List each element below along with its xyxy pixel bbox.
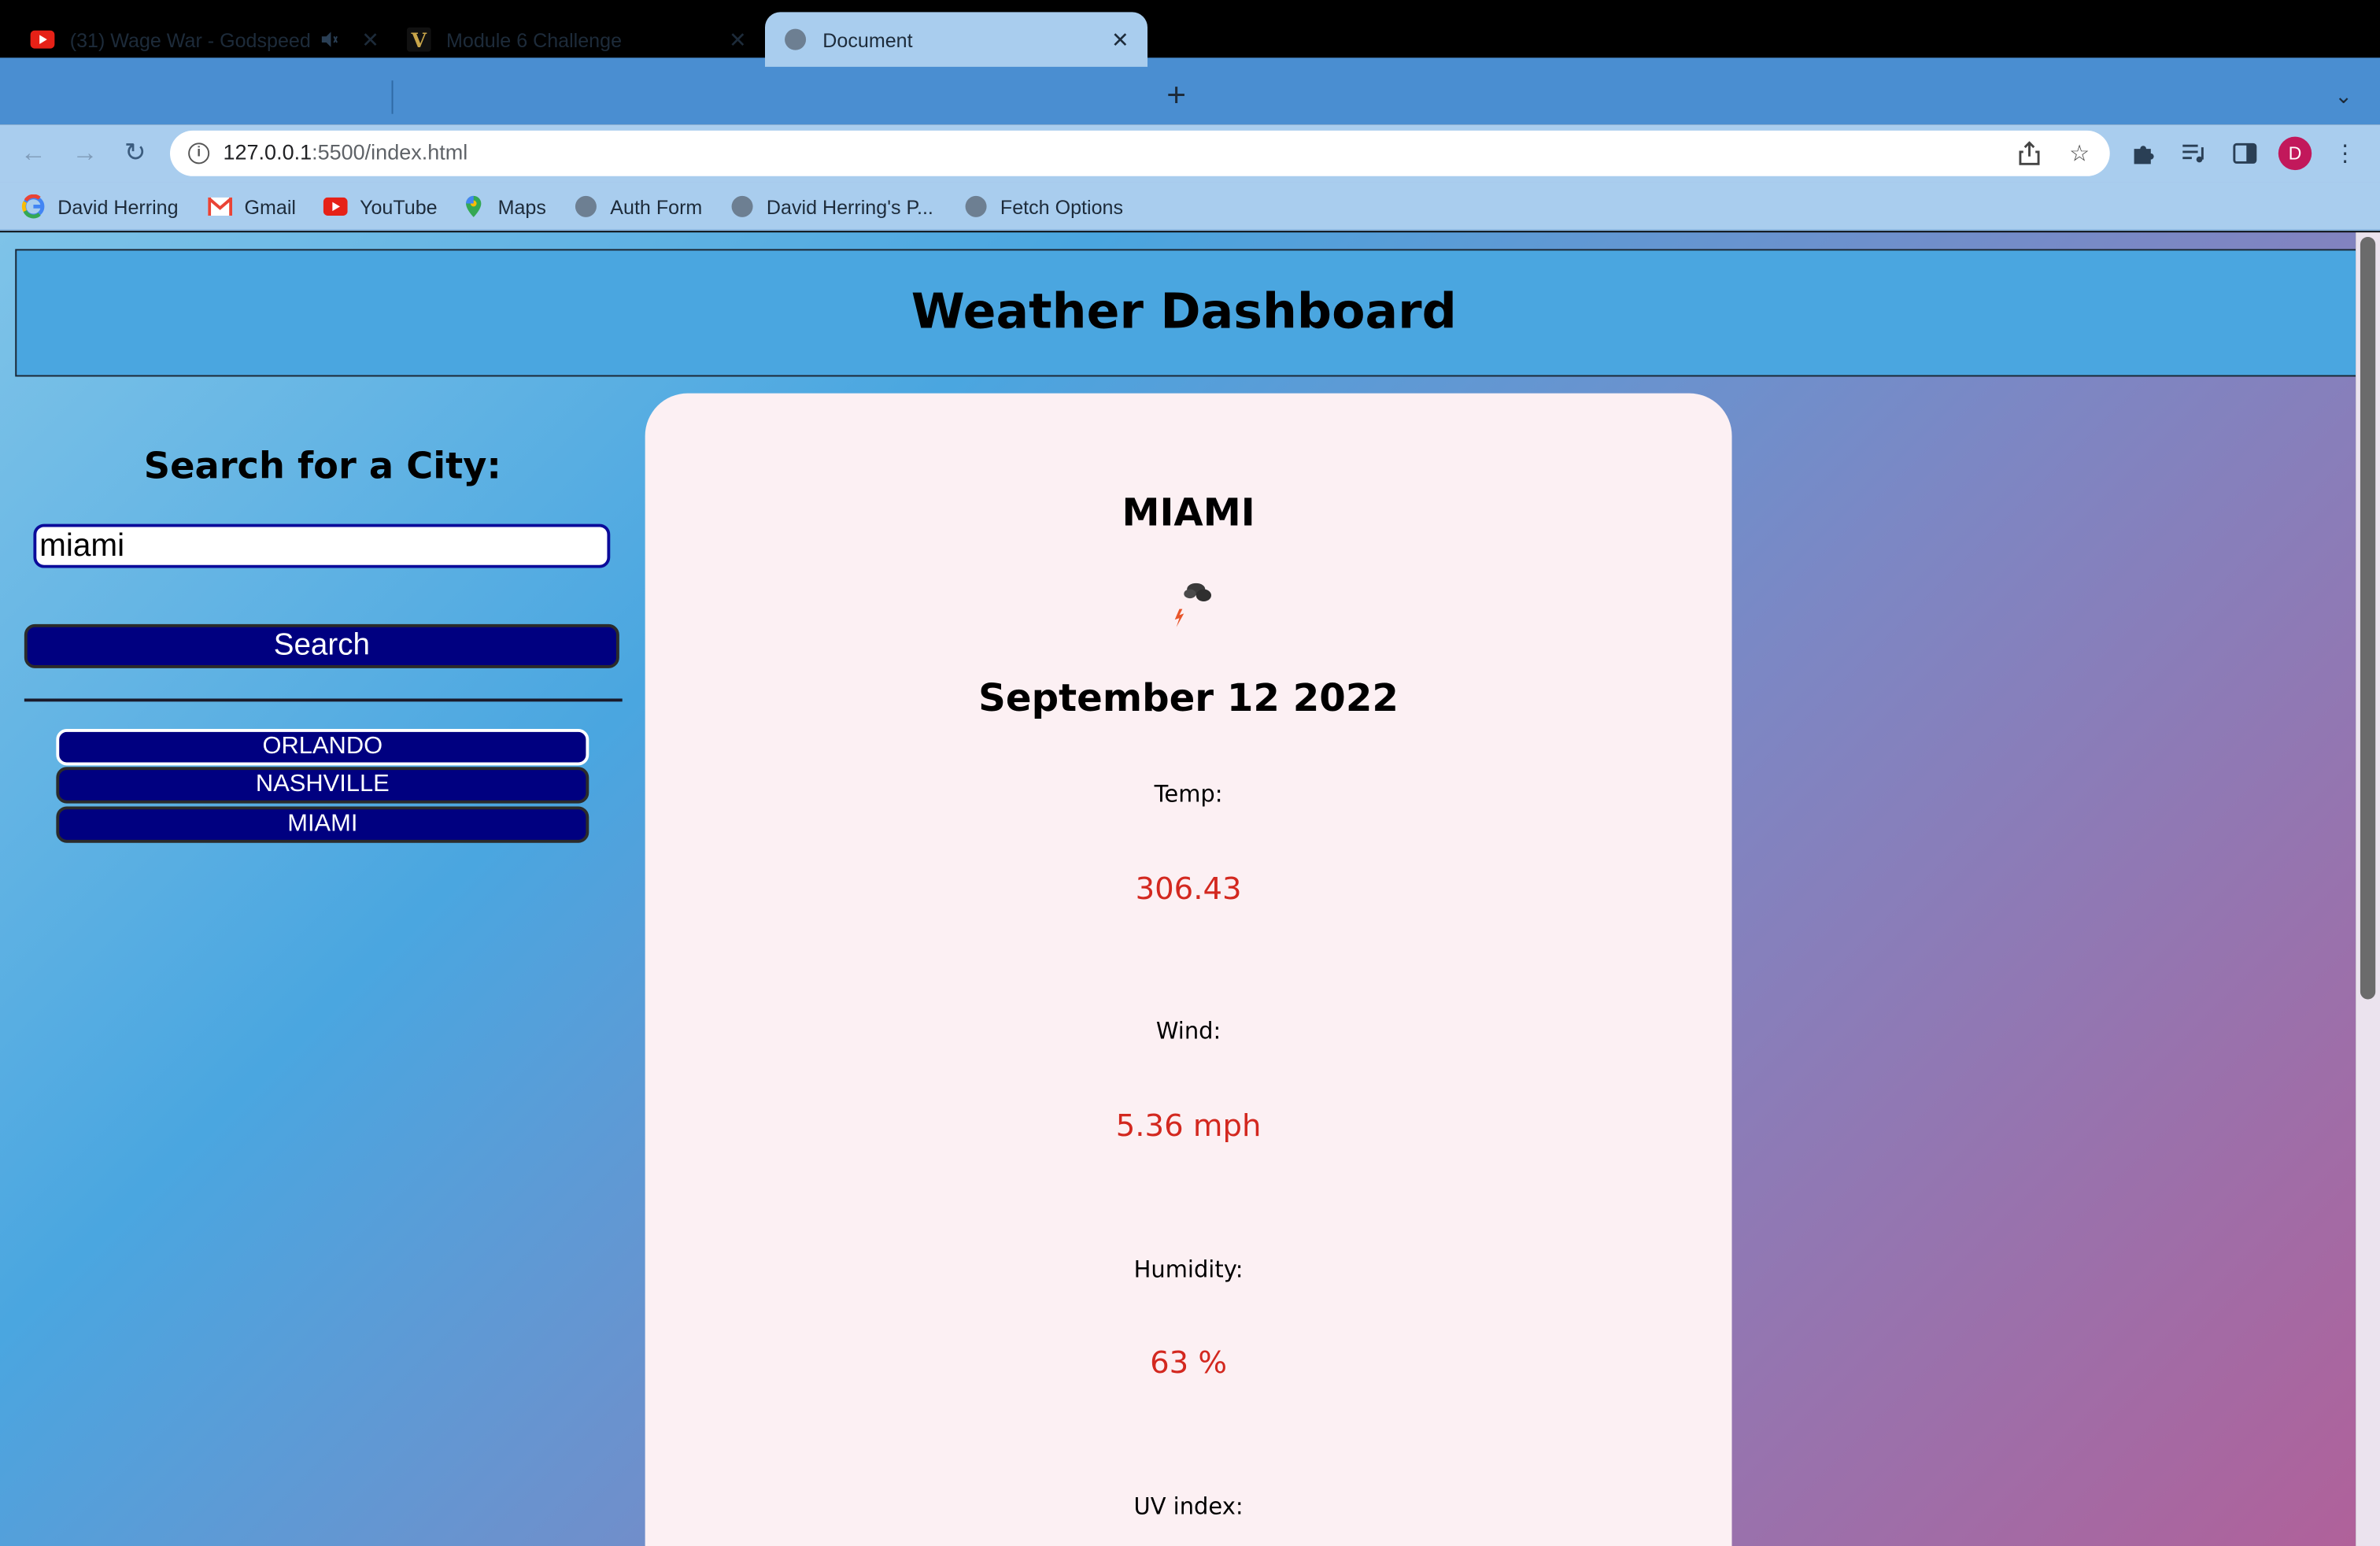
search-button[interactable]: Search xyxy=(24,623,619,668)
bookmark-auth-form[interactable]: Auth Form xyxy=(574,193,702,220)
history-button-miami[interactable]: MIAMI xyxy=(56,806,589,843)
divider xyxy=(24,698,623,702)
globe-icon xyxy=(574,194,598,219)
tab-separator xyxy=(391,80,394,114)
tab-title: Document xyxy=(822,28,913,51)
google-icon xyxy=(21,194,46,219)
reload-icon[interactable]: ↻ xyxy=(120,139,150,169)
share-icon[interactable] xyxy=(2016,139,2043,167)
svg-text:V: V xyxy=(411,28,427,52)
wind-label: Wind: xyxy=(1155,1017,1221,1045)
side-panel-icon[interactable] xyxy=(2231,139,2259,167)
bookmark-david-herring[interactable]: David Herring xyxy=(21,193,179,220)
page-header: Weather Dashboard xyxy=(15,249,2356,377)
back-arrow-icon[interactable]: ← xyxy=(18,139,49,169)
humidity-value: 63 % xyxy=(1150,1344,1228,1381)
bookmark-label: Auth Form xyxy=(610,194,703,218)
bookmark-youtube[interactable]: YouTube xyxy=(323,193,438,220)
bookmark-gmail[interactable]: Gmail xyxy=(208,193,296,220)
wind-value: 5.36 mph xyxy=(1115,1107,1262,1144)
temp-value: 306.43 xyxy=(1135,870,1242,907)
browser-window: (31) Wage War - Godspeed ✕ V Module 6 Ch… xyxy=(0,0,2380,1546)
bookmark-fetch-options[interactable]: Fetch Options xyxy=(964,193,1123,220)
globe-icon xyxy=(783,28,808,52)
page-title: Weather Dashboard xyxy=(911,282,1457,341)
bookmark-label: David Herring's P... xyxy=(766,194,933,218)
bookmarks-bar: David Herring Gmail YouTube Maps Auth Fo… xyxy=(0,182,2380,231)
site-info-icon[interactable]: i xyxy=(188,142,210,165)
url-text[interactable]: 127.0.0.1:5500/index.html xyxy=(223,139,468,164)
address-bar[interactable]: i 127.0.0.1:5500/index.html ☆ xyxy=(169,130,2110,176)
new-tab-button[interactable]: + xyxy=(1159,78,1192,112)
page-scrollbar[interactable] xyxy=(2356,232,2380,1546)
page-content: Weather Dashboard Search for a City: Sea… xyxy=(0,232,2356,1546)
tab-youtube[interactable]: (31) Wage War - Godspeed ✕ xyxy=(30,12,382,66)
bookmark-portfolio[interactable]: David Herring's P... xyxy=(730,193,933,220)
extensions-puzzle-icon[interactable] xyxy=(2130,139,2157,167)
close-icon[interactable]: ✕ xyxy=(726,27,750,52)
profile-avatar[interactable]: D xyxy=(2278,136,2312,171)
bookmark-label: David Herring xyxy=(57,194,179,218)
tab-document[interactable]: Document ✕ xyxy=(764,12,1148,67)
toolbar: ← → ↻ i 127.0.0.1:5500/index.html ☆ D ⋮ xyxy=(0,124,2380,183)
forecast-date: September 12 2022 xyxy=(978,675,1399,720)
city-search-input[interactable] xyxy=(33,523,611,568)
humidity-label: Humidity: xyxy=(1133,1256,1244,1284)
close-icon[interactable]: ✕ xyxy=(358,27,382,52)
bookmark-maps[interactable]: Maps xyxy=(461,193,546,220)
tab-search-chevron-icon[interactable]: ⌄ xyxy=(2331,83,2356,108)
tab-module6[interactable]: V Module 6 Challenge ✕ xyxy=(406,12,750,66)
speaker-icon[interactable] xyxy=(316,28,343,52)
globe-icon xyxy=(964,194,989,219)
maps-icon xyxy=(461,194,486,219)
close-icon[interactable]: ✕ xyxy=(1108,27,1133,52)
bookmark-label: YouTube xyxy=(360,194,438,218)
youtube-icon xyxy=(30,28,55,52)
scrollbar-thumb[interactable] xyxy=(2360,236,2376,1000)
bookmark-label: Fetch Options xyxy=(1000,194,1124,218)
city-name: MIAMI xyxy=(1122,490,1255,535)
url-path: :5500/index.html xyxy=(312,139,468,165)
bookmark-label: Gmail xyxy=(244,194,296,218)
bookmark-star-icon[interactable]: ☆ xyxy=(2066,139,2094,167)
uv-index-label: UV index: xyxy=(1133,1492,1244,1521)
forward-arrow-icon[interactable]: → xyxy=(70,139,101,169)
tab-title: Module 6 Challenge xyxy=(445,28,623,51)
temp-label: Temp: xyxy=(1154,780,1223,808)
kebab-menu-icon[interactable]: ⋮ xyxy=(2331,139,2359,167)
history-button-orlando[interactable]: ORLANDO xyxy=(56,729,589,766)
url-host: 127.0.0.1 xyxy=(223,139,312,165)
search-heading: Search for a City: xyxy=(143,445,501,488)
globe-icon xyxy=(730,194,755,219)
history-button-nashville[interactable]: NASHVILLE xyxy=(56,767,589,804)
bookmark-label: Maps xyxy=(497,194,546,218)
media-queue-icon[interactable] xyxy=(2179,139,2207,167)
youtube-icon xyxy=(323,194,348,219)
gmail-icon xyxy=(208,194,233,219)
tab-title: (31) Wage War - Godspeed xyxy=(69,28,311,51)
v-logo-icon: V xyxy=(406,27,431,52)
thunderstorm-icon xyxy=(1161,575,1221,630)
current-weather-card: MIAMI September 12 2022 Temp: 306.43 Win… xyxy=(645,393,1732,1546)
